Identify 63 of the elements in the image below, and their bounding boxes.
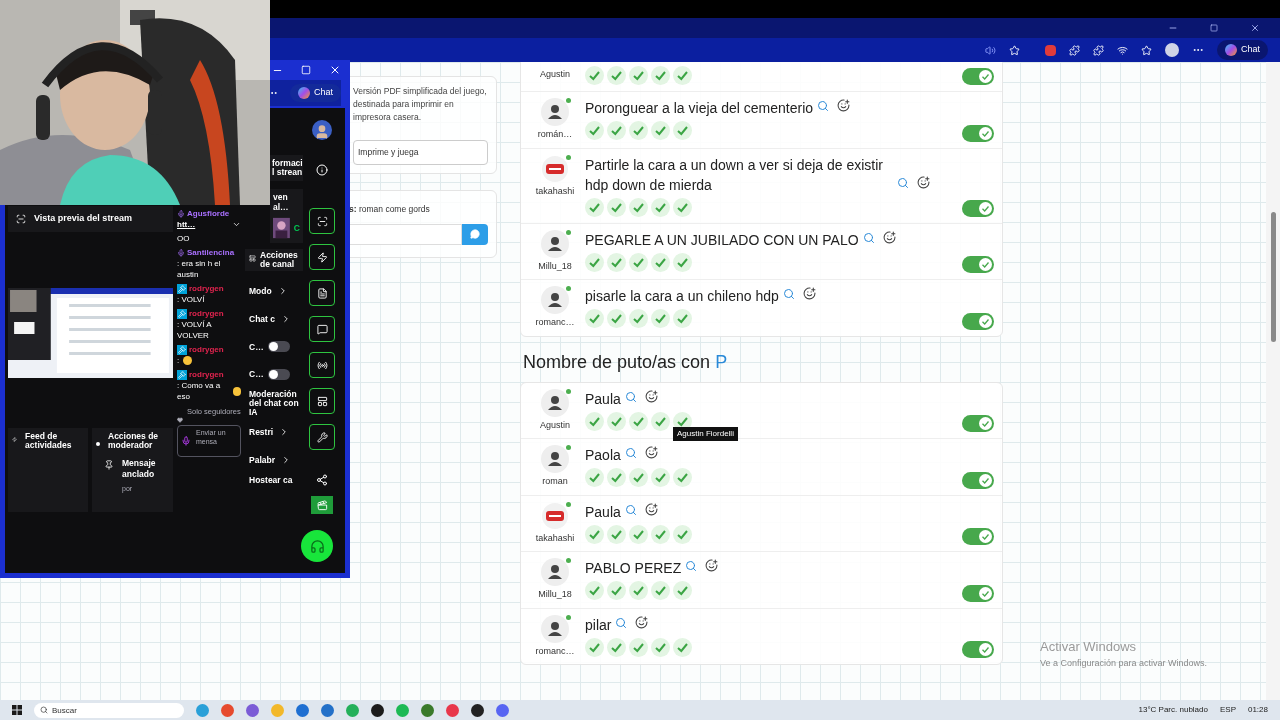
- info-text: formaci: [272, 159, 301, 168]
- player-name: román…: [537, 128, 573, 141]
- description-text: Versión PDF simplificada del juego, destinada para imprimir en impresora casera.: [353, 85, 488, 124]
- activation-subtitle: Ve a Configuración para activar Windows.: [1040, 656, 1209, 670]
- action-link[interactable]: Chat c: [249, 312, 303, 326]
- chat-message: : Como va a eso: [177, 380, 222, 402]
- chat-message: s: roman come gords: [349, 202, 431, 216]
- answer-text: Paula: [585, 502, 621, 522]
- pinned-title: Mensaje anclado: [122, 458, 157, 480]
- player-name: Agustin: [540, 68, 570, 81]
- player-name: takahashi: [535, 184, 575, 198]
- toggle-label: C…: [249, 340, 264, 354]
- print-button[interactable]: Imprime y juega: [353, 140, 488, 165]
- info-text: l strean: [272, 168, 301, 177]
- chat-message: :: [177, 355, 180, 366]
- chat-message: : era sin h el austin: [177, 258, 222, 280]
- host-text: ven al…: [273, 192, 290, 212]
- action-link[interactable]: Modo: [249, 285, 303, 298]
- category-letter: P: [715, 351, 728, 372]
- player-name: takahashi: [535, 531, 575, 545]
- player-name: romanc…: [535, 316, 575, 329]
- panel-title: Vista previa del stream: [34, 212, 132, 226]
- host-initial: C: [293, 221, 300, 235]
- answer-text: pisarle la cara a un chileno hdp: [585, 287, 779, 306]
- chat-message: OO: [177, 233, 190, 244]
- action-link[interactable]: Palabr: [249, 453, 303, 467]
- weather-text[interactable]: 13°C Parc. nublado: [1138, 704, 1208, 716]
- chat-message: : VOLVÍ: [177, 294, 205, 305]
- answer-text: PABLO PEREZ: [585, 559, 682, 578]
- activation-title: Activar Windows: [1040, 638, 1138, 656]
- chat-username[interactable]: rodrygen: [189, 369, 224, 380]
- chat-button[interactable]: Chat: [290, 84, 341, 102]
- language-indicator[interactable]: ESP: [1219, 704, 1236, 716]
- category-title: Nombre de puto/as con: [523, 351, 711, 372]
- answer-text: PEGARLE A UN JUBILADO CON UN PALO: [585, 230, 859, 250]
- answer-text: Paula: [585, 389, 621, 409]
- panel-title: Feed de actividades: [25, 432, 73, 450]
- tooltip: Agustin Fiordelli: [673, 426, 738, 441]
- chat-username[interactable]: rodrygen: [189, 308, 224, 319]
- action-link[interactable]: Restri: [249, 426, 303, 439]
- taskbar-search-field[interactable]: Buscar: [34, 702, 184, 718]
- player-name: romanc…: [535, 644, 575, 658]
- player-name: Agustin: [540, 418, 570, 432]
- player-name: Millu_18: [538, 588, 572, 601]
- answer-text: Paola: [585, 446, 621, 465]
- action-label[interactable]: Moderación del chat con IA: [249, 390, 303, 417]
- toggle-label: C…: [249, 368, 264, 381]
- chat-button[interactable]: Chat: [1217, 40, 1268, 60]
- chat-message: : VOLVÍ A VOLVER: [177, 319, 213, 341]
- chat-username[interactable]: Agusfiorde: [187, 208, 230, 219]
- player-name: Millu_18: [538, 259, 572, 273]
- chat-username[interactable]: rodrygen: [189, 344, 224, 355]
- panel-title: Acciones de moderador: [108, 432, 160, 450]
- answer-text: Partirle la cara a un down a ver si deja de existir hdp down de mierda: [585, 155, 885, 195]
- player-name: roman: [542, 475, 568, 488]
- clock[interactable]: 01:28: [1247, 704, 1268, 716]
- answer-text: pilar: [585, 615, 612, 635]
- chat-username[interactable]: Santilencina: [187, 247, 235, 258]
- chat-username[interactable]: rodrygen: [189, 283, 224, 294]
- panel-title: Acciones de canal: [260, 251, 299, 269]
- action-label[interactable]: Hostear ca: [249, 475, 303, 485]
- chat-message: htt…: [177, 219, 196, 230]
- answer-text: Poronguear a la vieja del cementerio: [585, 99, 814, 118]
